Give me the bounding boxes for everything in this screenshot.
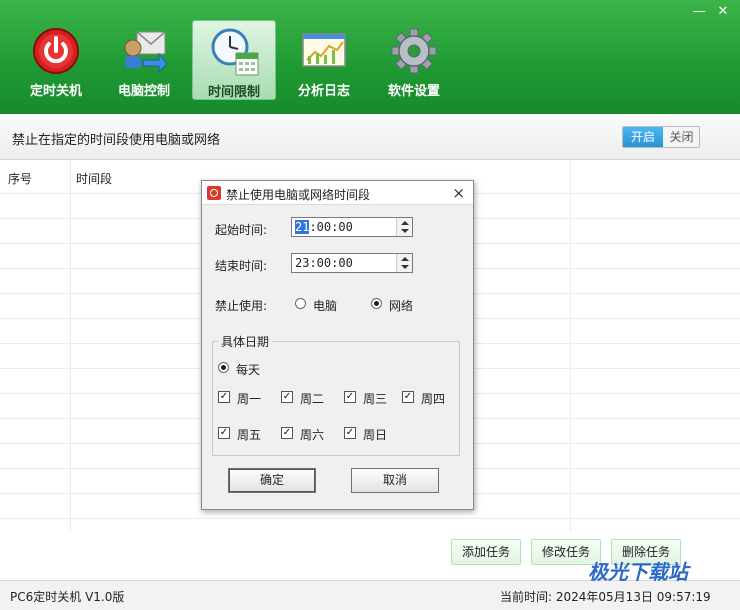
forbid-use-label: 禁止使用: [215,299,268,313]
spin-up-icon[interactable] [401,221,409,225]
gear-icon [391,28,437,74]
checkbox-wednesday-label: 周三 [363,392,388,406]
nav-label: 软件设置 [387,84,440,99]
app-version: PC6定时关机 V1.0版 [10,590,125,604]
end-time-label: 结束时间: [215,259,268,273]
checkbox-tuesday[interactable]: ✓ [281,391,293,403]
end-time-input[interactable]: 23:00:00 [291,253,413,273]
nav-label: 分析日志 [297,84,350,99]
column-header-period: 时间段 [76,172,113,186]
start-hour: 21 [295,220,310,234]
toggle-on[interactable]: 开启 [623,127,663,147]
checkbox-thursday[interactable]: ✓ [402,391,414,403]
table-divider [0,518,740,519]
radio-network[interactable] [371,298,382,309]
column-divider [570,160,571,532]
checkbox-sunday[interactable]: ✓ [344,427,356,439]
computer-mail-icon [124,31,168,74]
nav-label: 时间限制 [207,85,260,100]
checkbox-tuesday-label: 周二 [300,392,325,406]
dialog-titlebar: 禁止使用电脑或网络时间段 × [202,181,473,205]
section-title: 禁止在指定的时间段使用电脑或网络 [12,133,221,148]
start-time-label: 起始时间: [215,223,268,237]
close-window-button[interactable]: ✕ [712,4,734,20]
date-group-title: 具体日期 [218,333,273,350]
start-time-spinner[interactable] [396,218,412,236]
end-time-spinner[interactable] [396,254,412,272]
nav-label: 定时关机 [29,84,82,99]
checkbox-saturday-label: 周六 [300,428,325,442]
nav-label: 电脑控制 [117,84,170,99]
cancel-button[interactable]: 取消 [351,468,439,493]
watermark-logo: 极光下载站 [588,560,688,584]
current-time: 当前时间: 2024年05月13日 09:57:19 [500,588,711,605]
checkbox-wednesday[interactable]: ✓ [344,391,356,403]
app-icon [207,186,221,200]
time-label: 当前时间: [500,590,553,604]
radio-network-label: 网络 [389,299,414,313]
chart-log-icon [302,33,346,67]
nav-settings[interactable]: 软件设置 [372,20,456,100]
radio-everyday[interactable] [218,362,229,373]
checkbox-friday[interactable]: ✓ [218,427,230,439]
checkbox-saturday[interactable]: ✓ [281,427,293,439]
spin-down-icon[interactable] [401,265,409,269]
nav-log-analysis[interactable]: 分析日志 [282,20,366,100]
minimize-button[interactable]: — [688,4,710,20]
clock-calendar-icon [211,28,259,76]
section-header: 禁止在指定的时间段使用电脑或网络 开启 关闭 [0,114,740,160]
toggle-off[interactable]: 关闭 [663,127,699,147]
time-period-dialog: 禁止使用电脑或网络时间段 × 起始时间: 21:00:00 结束时间: 23:0… [201,180,474,510]
nav-computer-control[interactable]: 电脑控制 [102,20,186,100]
power-icon [33,28,79,74]
start-time-input[interactable]: 21:00:00 [291,217,413,237]
checkbox-monday-label: 周一 [237,392,262,406]
checkbox-thursday-label: 周四 [421,392,446,406]
radio-computer[interactable] [295,298,306,309]
radio-computer-label: 电脑 [313,299,338,313]
dialog-close-icon[interactable]: × [452,184,465,202]
ok-button[interactable]: 确定 [228,468,316,493]
checkbox-friday-label: 周五 [237,428,262,442]
column-header-index: 序号 [8,172,33,186]
add-task-button[interactable]: 添加任务 [451,539,521,565]
spin-up-icon[interactable] [401,257,409,261]
checkbox-sunday-label: 周日 [363,428,388,442]
spin-down-icon[interactable] [401,229,409,233]
app-header: — ✕ 定时关机 电脑控制 时间限制 分析日志 软件设置 [0,0,740,114]
end-time-value: 23:00:00 [295,256,353,270]
nav-shutdown[interactable]: 定时关机 [14,20,98,100]
dialog-title: 禁止使用电脑或网络时间段 [226,188,371,202]
column-divider [70,160,71,532]
start-time-value: 21:00:00 [295,220,353,234]
radio-everyday-label: 每天 [236,363,261,377]
start-rest: :00:00 [309,220,353,234]
time-value: 2024年05月13日 09:57:19 [555,590,711,604]
checkbox-monday[interactable]: ✓ [218,391,230,403]
nav-time-limit[interactable]: 时间限制 [192,20,276,100]
enable-toggle[interactable]: 开启 关闭 [622,126,700,148]
